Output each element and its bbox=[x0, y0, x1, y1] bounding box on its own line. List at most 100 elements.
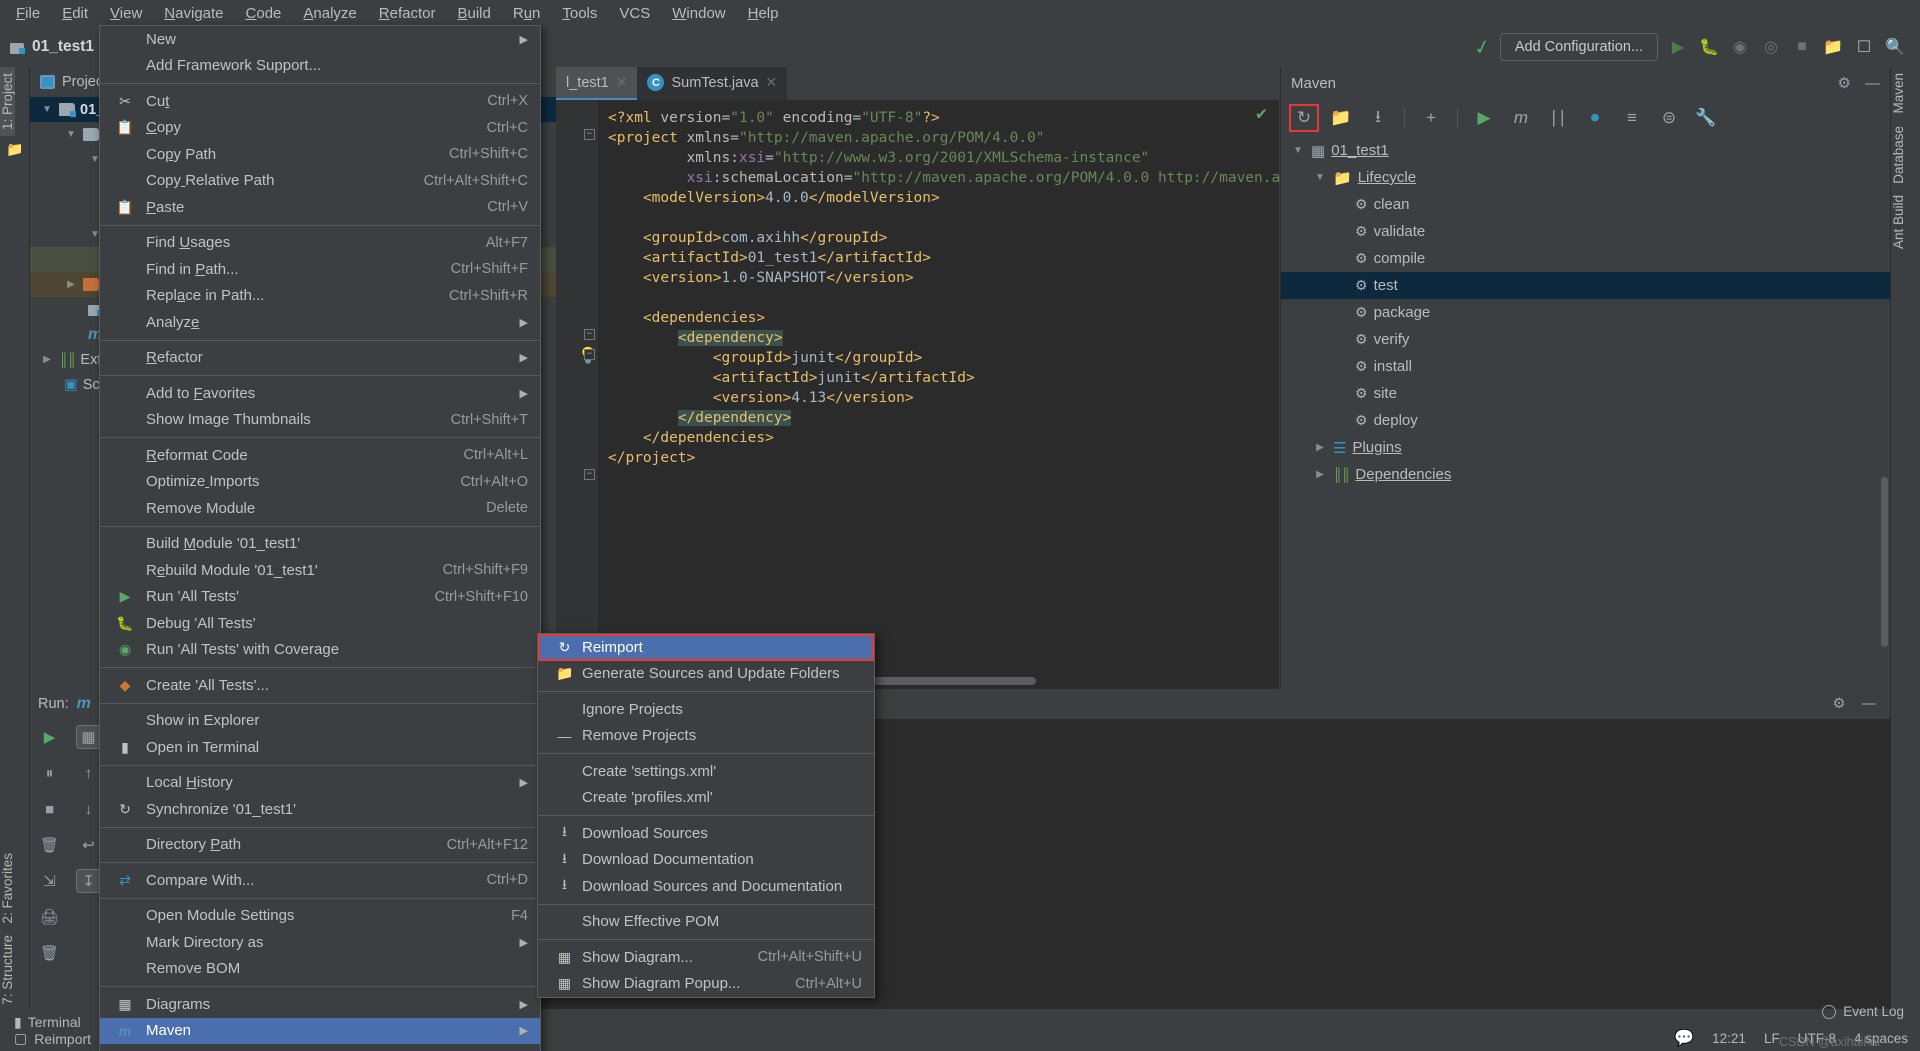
maven-tree-row-plugins[interactable]: ▶ ☰ Plugins bbox=[1281, 434, 1890, 461]
search-icon[interactable]: 🔍 bbox=[1884, 36, 1906, 58]
editor-tab-pom[interactable]: l_test1 ✕ bbox=[556, 67, 638, 100]
maven-tree-row-test[interactable]: ⚙ test bbox=[1281, 272, 1890, 299]
build-hammer-icon[interactable]: ✓ bbox=[1472, 33, 1494, 61]
context-menu-item-remove-module[interactable]: Remove Module Delete bbox=[100, 495, 540, 522]
context-menu-item-maven[interactable]: m Maven ▶ bbox=[100, 1017, 540, 1044]
export-icon[interactable]: ⇲ bbox=[37, 869, 63, 893]
context-menu-item-optimize-imports[interactable]: Optimize Imports Ctrl+Alt+O bbox=[100, 469, 540, 496]
context-menu-item-synchronize-01-test1[interactable]: ↻ Synchronize '01_test1' bbox=[100, 796, 540, 823]
maven-tree-row-package[interactable]: ⚙ package bbox=[1281, 299, 1890, 326]
sidebar-tab-structure[interactable]: 7: Structure bbox=[0, 929, 15, 1011]
maven-tree-row-deploy[interactable]: ⚙ deploy bbox=[1281, 407, 1890, 434]
close-icon[interactable]: ✕ bbox=[616, 74, 628, 91]
maven-submenu-item-create-profiles-xml[interactable]: Create 'profiles.xml' bbox=[538, 785, 874, 812]
rerun-icon[interactable]: ▶ bbox=[37, 725, 63, 749]
gear-icon[interactable]: ⚙ bbox=[1838, 74, 1851, 92]
menu-file[interactable]: File bbox=[6, 2, 50, 25]
context-menu-item-copy-path[interactable]: Copy Path Ctrl+Shift+C bbox=[100, 141, 540, 168]
context-menu-item-show-image-thumbnails[interactable]: Show Image Thumbnails Ctrl+Shift+T bbox=[100, 407, 540, 434]
context-menu-item-cut[interactable]: ✂ Cut Ctrl+X bbox=[100, 88, 540, 115]
sidebar-tab-maven[interactable]: Maven bbox=[1891, 67, 1906, 120]
context-menu-item-add-framework-support[interactable]: Add Framework Support... bbox=[100, 53, 540, 80]
toggle-offline-icon[interactable]: ⏺ bbox=[1580, 104, 1610, 132]
context-menu-item-refactor[interactable]: Refactor ▶ bbox=[100, 345, 540, 372]
maven-submenu-item-ignore-projects[interactable]: Ignore Projects bbox=[538, 696, 874, 723]
stop-icon[interactable]: ■ bbox=[37, 797, 63, 821]
context-menu-item-new[interactable]: New ▶ bbox=[100, 26, 540, 53]
menu-code[interactable]: Code bbox=[236, 2, 292, 25]
context-menu-item-find-usages[interactable]: Find Usages Alt+F7 bbox=[100, 230, 540, 257]
context-menu-item-debug-all-tests[interactable]: 🐛 Debug 'All Tests' bbox=[100, 610, 540, 637]
generate-sources-icon[interactable]: 📁 bbox=[1326, 104, 1356, 132]
chevron-right-icon[interactable]: ▶ bbox=[40, 354, 54, 365]
settings-wrench-icon[interactable]: 🔧 bbox=[1691, 104, 1721, 132]
context-menu-item-create-gist[interactable]: ◉Create Gist... bbox=[100, 1044, 540, 1051]
maven-tree-row-install[interactable]: ⚙ install bbox=[1281, 353, 1890, 380]
trash-icon[interactable]: 🗑 bbox=[37, 833, 63, 857]
menu-window[interactable]: Window bbox=[662, 2, 735, 25]
context-menu-item-run-all-tests-with-coverage[interactable]: ◉ Run 'All Tests' with Coverage bbox=[100, 637, 540, 664]
sidebar-tab-database[interactable]: Database bbox=[1891, 120, 1906, 190]
chevron-right-icon[interactable]: ▶ bbox=[1313, 442, 1327, 453]
context-menu-item-show-in-explorer[interactable]: Show in Explorer bbox=[100, 708, 540, 735]
menu-view[interactable]: View bbox=[100, 2, 152, 25]
context-menu-item-run-all-tests[interactable]: ▶ Run 'All Tests' Ctrl+Shift+F10 bbox=[100, 584, 540, 611]
context-menu-item-local-history[interactable]: Local History ▶ bbox=[100, 770, 540, 797]
context-menu[interactable]: New ▶ Add Framework Support... ✂ Cut Ctrl+X 📋 C… bbox=[99, 25, 541, 1051]
stop-icon[interactable]: ■ bbox=[1791, 36, 1813, 58]
maven-tree-row-lifecycle[interactable]: ▼ 📁 Lifecycle bbox=[1281, 164, 1890, 191]
pause-icon[interactable]: ⏸ bbox=[37, 761, 63, 785]
maven-submenu-item-download-sources-and-documentation[interactable]: ⭳ Download Sources and Documentation bbox=[538, 873, 874, 900]
maven-goal-icon[interactable]: m bbox=[1506, 104, 1536, 132]
chevron-right-icon[interactable]: ▶ bbox=[64, 279, 78, 290]
project-chip[interactable]: 01_test1 bbox=[0, 38, 94, 56]
chevron-down-icon[interactable]: ▼ bbox=[1313, 172, 1327, 183]
context-menu-item-copy-relative-path[interactable]: Copy Relative Path Ctrl+Alt+Shift+C bbox=[100, 168, 540, 195]
fold-marker-dependency[interactable]: − bbox=[584, 349, 595, 360]
notification-icon[interactable]: 💬 bbox=[1674, 1028, 1694, 1048]
skip-tests-icon[interactable]: ∣∣ bbox=[1543, 104, 1573, 132]
delete-icon[interactable]: 🗑 bbox=[37, 941, 63, 965]
status-line-separator[interactable]: LF bbox=[1764, 1031, 1780, 1046]
close-icon[interactable]: ✕ bbox=[766, 74, 778, 91]
context-menu-item-directory-path[interactable]: Directory Path Ctrl+Alt+F12 bbox=[100, 832, 540, 859]
maven-submenu-item-show-effective-pom[interactable]: Show Effective POM bbox=[538, 909, 874, 936]
context-menu-item-diagrams[interactable]: ▦ Diagrams ▶ bbox=[100, 991, 540, 1018]
maven-tree-row-dependencies[interactable]: ▶ ║║ Dependencies bbox=[1281, 461, 1890, 488]
menu-tools[interactable]: Tools bbox=[552, 2, 607, 25]
bottom-tab-terminal[interactable]: ▮ Terminal bbox=[14, 1014, 81, 1031]
toggle-console-icon[interactable]: ▦ bbox=[75, 725, 102, 749]
menu-analyze[interactable]: Analyze bbox=[293, 2, 366, 25]
context-menu-item-add-to-favorites[interactable]: Add to Favorites ▶ bbox=[100, 380, 540, 407]
menu-refactor[interactable]: Refactor bbox=[369, 2, 446, 25]
add-icon[interactable]: + bbox=[1416, 104, 1446, 132]
context-menu-item-replace-in-path[interactable]: Replace in Path... Ctrl+Shift+R bbox=[100, 283, 540, 310]
maven-submenu-item-remove-projects[interactable]: — Remove Projects bbox=[538, 723, 874, 750]
run-icon[interactable]: ▶ bbox=[1667, 36, 1689, 58]
editor-gutter[interactable] bbox=[556, 100, 598, 689]
download-sources-icon[interactable]: ⭳ bbox=[1363, 104, 1393, 132]
expand-icon[interactable]: ⊜ bbox=[1654, 104, 1684, 132]
fold-marker-dependencies[interactable]: − bbox=[584, 329, 595, 340]
folder-icon[interactable]: 📁 bbox=[0, 136, 30, 162]
sidebar-tab-ant-build[interactable]: Ant Build bbox=[1891, 189, 1906, 255]
menu-vcs[interactable]: VCS bbox=[609, 2, 660, 25]
context-menu-item-build-module-01-test1[interactable]: Build Module '01_test1' bbox=[100, 531, 540, 558]
menu-build[interactable]: Build bbox=[447, 2, 500, 25]
maven-tree-row-site[interactable]: ⚙ site bbox=[1281, 380, 1890, 407]
maven-submenu[interactable]: ↻ Reimport 📁 Generate Sources and Update Fo… bbox=[537, 633, 875, 998]
maven-submenu-item-show-diagram[interactable]: ▦ Show Diagram... Ctrl+Alt+Shift+U bbox=[538, 944, 874, 971]
soft-wrap-icon[interactable]: ↩ bbox=[76, 833, 102, 857]
menu-navigate[interactable]: Navigate bbox=[154, 2, 233, 25]
menu-help[interactable]: Help bbox=[738, 2, 789, 25]
context-menu-item-find-in-path[interactable]: Find in Path... Ctrl+Shift+F bbox=[100, 256, 540, 283]
maven-tree-row-01-test1[interactable]: ▼ ▦ 01_test1 bbox=[1281, 137, 1890, 164]
scroll-to-end-icon[interactable]: ↧ bbox=[75, 869, 102, 893]
maven-submenu-item-create-settings-xml[interactable]: Create 'settings.xml' bbox=[538, 758, 874, 785]
add-configuration-button[interactable]: Add Configuration... bbox=[1499, 33, 1658, 61]
print-icon[interactable]: 🖨 bbox=[37, 905, 63, 929]
chevron-down-icon[interactable]: ▼ bbox=[1291, 145, 1305, 156]
context-menu-item-analyze[interactable]: Analyze ▶ bbox=[100, 309, 540, 336]
event-log-button[interactable]: Event Log bbox=[1822, 1004, 1904, 1019]
scroll-up-icon[interactable]: ↑ bbox=[76, 761, 102, 785]
